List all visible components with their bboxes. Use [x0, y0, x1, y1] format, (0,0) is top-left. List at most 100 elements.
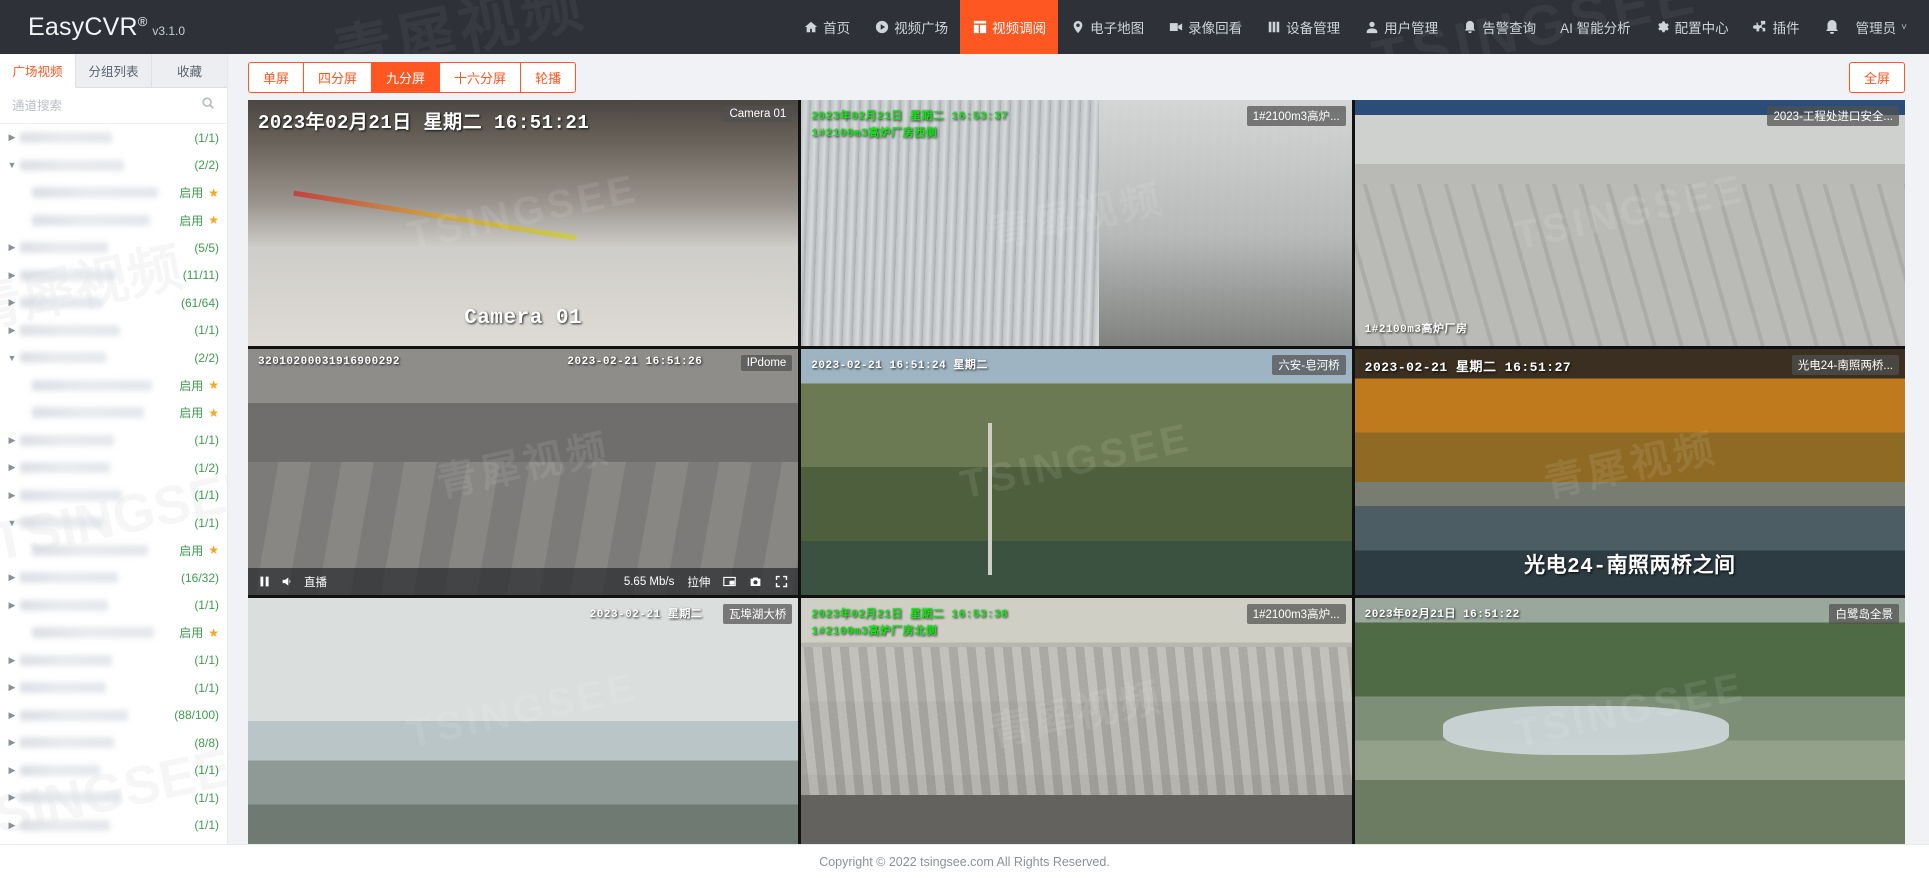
tree-node[interactable]: ▶(11/11) — [0, 262, 227, 290]
layout-sixteen[interactable]: 十六分屏 — [440, 63, 521, 92]
nav-item-ai-analysis[interactable]: AI 智能分析 — [1548, 0, 1643, 54]
tree-node[interactable]: ▶(1/1) — [0, 317, 227, 345]
chevron-right-icon[interactable]: ▶ — [4, 132, 20, 143]
tree-node[interactable]: ▶(88/100) — [0, 702, 227, 730]
video-tile[interactable]: 青犀视频2023-02-21 星期二 16:51:27光电24-南照两桥之间光电… — [1355, 349, 1905, 595]
tree-node[interactable]: ▶(5/5) — [0, 234, 227, 262]
chevron-down-icon[interactable]: ▼ — [4, 353, 20, 363]
tree-node[interactable]: ▼(2/2) — [0, 152, 227, 180]
nav-item-device-management[interactable]: 设备管理 — [1254, 0, 1352, 54]
user-menu[interactable]: 管理员 ˅ — [1856, 17, 1907, 37]
layout-quad[interactable]: 四分屏 — [304, 63, 372, 92]
volume-icon[interactable] — [281, 575, 294, 588]
layout-single[interactable]: 单屏 — [249, 63, 304, 92]
tab-favorites[interactable]: 收藏 — [152, 54, 227, 88]
nav-item-plugin[interactable]: 插件 — [1741, 0, 1812, 54]
chevron-right-icon[interactable]: ▶ — [4, 600, 20, 611]
chevron-right-icon[interactable]: ▶ — [4, 737, 20, 748]
chevron-right-icon[interactable]: ▶ — [4, 765, 20, 776]
tree-node[interactable]: 启用★ — [0, 537, 227, 565]
tree-node[interactable]: 启用★ — [0, 207, 227, 235]
tree-node-label — [32, 407, 144, 418]
layout-nine[interactable]: 九分屏 — [372, 63, 440, 92]
chevron-right-icon[interactable]: ▶ — [4, 792, 20, 803]
chevron-right-icon[interactable]: ▶ — [4, 297, 20, 308]
tree-node[interactable]: ▶(1/1) — [0, 674, 227, 702]
nav-item-alarm-query[interactable]: 告警查询 — [1450, 0, 1548, 54]
fullscreen-button[interactable]: 全屏 — [1849, 62, 1905, 93]
video-tile[interactable]: TSINGSEE1#2100m3高炉厂房2023-工程处进口安全... — [1355, 100, 1905, 346]
tree-node[interactable]: ▶(1/1) — [0, 592, 227, 620]
pause-icon[interactable] — [258, 575, 271, 588]
nav-item-config-center[interactable]: 配置中心 — [1643, 0, 1741, 54]
nav-item-video-plaza[interactable]: 视频广场 — [862, 0, 960, 54]
video-tile[interactable]: 青犀视频320102000319169002922023-02-21 16:51… — [248, 349, 798, 595]
tree-node[interactable]: ▶(1/2) — [0, 454, 227, 482]
tree-node[interactable]: ▶(1/1) — [0, 812, 227, 840]
favorite-star-icon[interactable]: ★ — [208, 406, 219, 420]
chevron-right-icon[interactable]: ▶ — [4, 270, 20, 281]
tree-node[interactable]: 启用★ — [0, 399, 227, 427]
video-tile[interactable]: TSINGSEE2023年02月21日 星期二 16:51:21Camera 0… — [248, 100, 798, 346]
tree-node[interactable]: 启用★ — [0, 179, 227, 207]
tree-node[interactable]: ▶(1/1) — [0, 647, 227, 675]
snapshot-icon[interactable] — [749, 575, 762, 588]
tree-node[interactable]: ▼(1/1) — [0, 509, 227, 537]
favorite-star-icon[interactable]: ★ — [208, 543, 219, 557]
chevron-right-icon[interactable]: ▶ — [4, 710, 20, 721]
tree-node[interactable]: ▶ (8/8) — [0, 729, 227, 757]
channel-search-bar[interactable] — [0, 88, 227, 124]
nav-item-playback[interactable]: 录像回看 — [1156, 0, 1254, 54]
chevron-right-icon[interactable]: ▶ — [4, 682, 20, 693]
chevron-right-icon[interactable]: ▶ — [4, 462, 20, 473]
tree-node[interactable]: ▶(1/1) — [0, 482, 227, 510]
video-tile[interactable]: TSINGSEE2023-02-21 16:51:24 星期二六安-皂河桥 — [801, 349, 1351, 595]
layout-icon — [972, 20, 987, 35]
tab-plaza-video[interactable]: 广场视频 — [0, 54, 76, 88]
tree-node[interactable]: ▶(16/32) — [0, 564, 227, 592]
chevron-right-icon[interactable]: ▶ — [4, 242, 20, 253]
chevron-right-icon[interactable]: ▶ — [4, 325, 20, 336]
tree-node[interactable]: 启用★ — [0, 372, 227, 400]
tree-node[interactable]: ▶(1/1) — [0, 757, 227, 785]
tree-node[interactable]: ▶(61/64) — [0, 289, 227, 317]
favorite-star-icon[interactable]: ★ — [208, 213, 219, 227]
nav-item-emap[interactable]: 电子地图 — [1058, 0, 1156, 54]
tree-node-meta: (1/1) — [194, 791, 219, 805]
favorite-star-icon[interactable]: ★ — [208, 378, 219, 392]
stretch-button[interactable]: 拉伸 — [687, 574, 710, 590]
layout-carousel[interactable]: 轮播 — [521, 63, 575, 92]
fullscreen-icon[interactable] — [775, 575, 788, 588]
live-label[interactable]: 直播 — [304, 574, 327, 590]
video-tile[interactable]: 青犀视频2023年02月21日 星期二 16:53:371#2100m3高炉厂房… — [801, 100, 1351, 346]
search-icon[interactable] — [201, 96, 215, 115]
tree-node-label — [20, 572, 118, 583]
chevron-down-icon[interactable]: ▼ — [4, 160, 20, 170]
search-input[interactable] — [12, 99, 201, 113]
nav-item-video-review[interactable]: 视频调阅 — [960, 0, 1058, 54]
chevron-right-icon[interactable]: ▶ — [4, 655, 20, 666]
nav-item-home[interactable]: 首页 — [791, 0, 862, 54]
nav-item-user-management[interactable]: 用户管理 — [1352, 0, 1450, 54]
video-tile[interactable]: TSINGSEE2023-02-21 星期二瓦埠湖大桥 — [248, 598, 798, 844]
tree-node[interactable]: 启用★ — [0, 619, 227, 647]
chevron-right-icon[interactable]: ▶ — [4, 572, 20, 583]
favorite-star-icon[interactable]: ★ — [208, 626, 219, 640]
tab-group-list[interactable]: 分组列表 — [76, 54, 152, 88]
tree-node[interactable]: ▶(1/1) — [0, 124, 227, 152]
chevron-right-icon[interactable]: ▶ — [4, 490, 20, 501]
bell-icon[interactable] — [1812, 19, 1852, 35]
tree-node[interactable]: ▶(0/1) — [0, 839, 227, 844]
tree-node[interactable]: ▶ (1/1) — [0, 784, 227, 812]
channel-count: (8/8) — [194, 736, 219, 750]
chevron-right-icon[interactable]: ▶ — [4, 820, 20, 831]
chevron-right-icon[interactable]: ▶ — [4, 435, 20, 446]
pip-icon[interactable] — [723, 575, 736, 588]
favorite-star-icon[interactable]: ★ — [208, 186, 219, 200]
tree-node[interactable]: ▶(1/1) — [0, 427, 227, 455]
video-tile[interactable]: 青犀视频2023年02月21日 星期二 16:53:381#2100m3高炉厂房… — [801, 598, 1351, 844]
channel-tree[interactable]: 青犀视频 TSINGSEE TSINGSEE ▶(1/1)▼(2/2)启用★启用… — [0, 124, 227, 844]
video-tile[interactable]: TSINGSEE2023年02月21日 16:51:22白鹭岛全景 — [1355, 598, 1905, 844]
chevron-down-icon[interactable]: ▼ — [4, 518, 20, 528]
tree-node[interactable]: ▼(2/2) — [0, 344, 227, 372]
